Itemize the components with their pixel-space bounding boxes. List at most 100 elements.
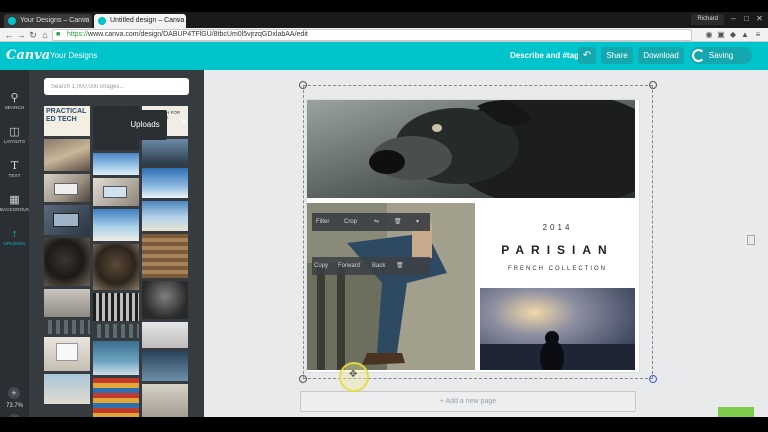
rail-label: BACKGROUND [0, 207, 34, 212]
tab-title: Your Designs – Canva [20, 17, 90, 24]
extension-icon[interactable]: ◆ [728, 30, 738, 40]
delete-icon[interactable]: 🗑 [394, 213, 402, 231]
browser-tab-strip: Your Designs – Canva ✕ Untitled design –… [0, 12, 768, 28]
zoom-out-button[interactable]: – [8, 414, 20, 417]
share-button[interactable]: Share [601, 47, 633, 64]
upload-thumb[interactable]: PRACTICAL ED TECH [44, 106, 90, 136]
upload-thumb[interactable] [142, 139, 188, 165]
filter-button[interactable]: Filter [316, 213, 329, 231]
thumb-text: PRACTICAL ED TECH [46, 108, 87, 123]
upload-thumb[interactable] [93, 341, 139, 375]
upload-thumb[interactable] [44, 374, 90, 404]
upload-thumb[interactable] [142, 384, 188, 417]
browser-toolbar: ← → ↻ ⌂ ■ https://www.canva.com/design/D… [0, 28, 768, 42]
resize-handle[interactable] [299, 81, 307, 89]
resize-handle[interactable] [649, 81, 657, 89]
layouts-icon: ◫ [9, 126, 20, 138]
describe-and-tag-link[interactable]: Describe and #tag [510, 51, 579, 60]
maximize-icon[interactable]: □ [741, 13, 752, 24]
delete-icon[interactable]: 🗑 [396, 257, 404, 275]
zoom-in-button[interactable]: + [8, 387, 20, 399]
crop-button[interactable]: Crop [344, 213, 357, 231]
lock-icon: ■ [56, 31, 61, 38]
arrange-toolbar: Copy Forward Back 🗑 [312, 257, 430, 275]
forward-icon[interactable]: → [16, 29, 26, 41]
upload-thumb[interactable] [44, 320, 90, 334]
upload-thumb[interactable] [93, 209, 139, 241]
copy-button[interactable]: Copy [314, 257, 328, 275]
text-block[interactable]: 2014 PARISIAN FRENCH COLLECTION [480, 203, 635, 285]
upload-thumb[interactable] [44, 289, 90, 317]
chrome-menu-icon[interactable]: ≡ [753, 30, 763, 40]
rail-item-uploads[interactable]: ↑ UPLOADS [0, 224, 29, 254]
minimize-icon[interactable]: – [728, 13, 739, 24]
address-bar[interactable]: ■ https://www.canva.com/design/DABUP4TFl… [52, 29, 692, 41]
upload-thumb[interactable] [93, 378, 139, 417]
home-icon[interactable]: ⌂ [40, 29, 50, 41]
upload-thumb[interactable] [142, 234, 188, 278]
design-subtitle[interactable]: FRENCH COLLECTION [480, 266, 635, 272]
your-designs-link[interactable]: Your Designs [50, 51, 97, 60]
rail-item-text[interactable]: T TEXT [0, 156, 29, 186]
upload-thumb[interactable] [44, 139, 90, 171]
upload-thumb[interactable] [44, 337, 90, 371]
upload-thumb[interactable] [142, 201, 188, 231]
add-new-page-button[interactable]: + Add a new page [300, 391, 636, 412]
upload-thumb[interactable] [142, 322, 188, 348]
upload-thumb[interactable] [93, 293, 139, 321]
chevron-down-icon[interactable]: ▾ [416, 213, 419, 231]
close-tab-icon[interactable]: ✕ [82, 14, 88, 28]
search-icon: ⚲ [10, 92, 19, 104]
sunset-photo-image [480, 288, 635, 370]
close-icon[interactable]: ✕ [179, 118, 188, 127]
canva-favicon-icon [8, 17, 16, 25]
photo-toolbar: Filter Crop ⇋ 🗑 ▾ [312, 213, 430, 231]
upload-thumb[interactable] [142, 281, 188, 319]
design-title[interactable]: PARISIAN [480, 243, 635, 257]
page-copy-icon[interactable] [747, 235, 755, 245]
upload-thumb[interactable] [93, 244, 139, 290]
canva-header: Canva Your Designs Describe and #tag ↶ S… [0, 42, 768, 70]
close-window-icon[interactable]: ✕ [754, 13, 765, 24]
uploads-popup: Uploads [123, 110, 167, 140]
dog-photo[interactable] [307, 100, 635, 198]
upload-thumb[interactable] [93, 324, 139, 338]
upload-thumb[interactable] [44, 238, 90, 286]
flip-icon[interactable]: ⇋ [374, 213, 379, 231]
profile-button[interactable]: Richard [691, 14, 724, 25]
forward-button[interactable]: Forward [338, 257, 360, 275]
rail-item-search[interactable]: ⚲ SEARCH [0, 88, 29, 118]
resize-handle[interactable] [649, 375, 657, 383]
upload-thumb[interactable] [44, 205, 90, 235]
upload-thumb[interactable] [93, 178, 139, 206]
back-icon[interactable]: ← [4, 29, 14, 41]
saving-indicator: Saving [690, 47, 752, 64]
rail-item-layouts[interactable]: ◫ LAYOUTS [0, 122, 29, 152]
uploads-icon: ↑ [11, 228, 18, 240]
extension-icon[interactable]: ◉ [704, 30, 714, 40]
download-button[interactable]: Download [638, 47, 684, 64]
tab-title: Untitled design – Canva [110, 17, 185, 24]
upload-thumb[interactable] [142, 351, 188, 381]
upload-thumb[interactable] [44, 174, 90, 202]
zoom-level: 73.7% [5, 403, 23, 409]
close-tab-icon[interactable]: ✕ [176, 14, 182, 28]
design-page[interactable]: 2014 PARISIAN FRENCH COLLECTION [307, 100, 639, 372]
image-search-input[interactable] [44, 78, 189, 95]
upload-thumb[interactable] [142, 168, 188, 198]
extension-icon[interactable]: ▣ [716, 30, 726, 40]
resize-handle[interactable] [299, 375, 307, 383]
design-year[interactable]: 2014 [480, 223, 635, 232]
sunset-photo[interactable] [480, 288, 635, 370]
canva-logo[interactable]: Canva [6, 48, 50, 63]
help-button[interactable] [718, 407, 754, 417]
upload-thumb[interactable] [93, 153, 139, 175]
rail-item-background[interactable]: ▦ BACKGROUND [0, 190, 34, 220]
browser-tab-untitled-design[interactable]: Untitled design – Canva ✕ [94, 14, 186, 28]
extension-icon[interactable]: ▲ [740, 30, 750, 40]
reload-icon[interactable]: ↻ [28, 29, 38, 41]
browser-tab-your-designs[interactable]: Your Designs – Canva ✕ [4, 14, 92, 28]
undo-button[interactable]: ↶ [578, 47, 596, 64]
back-button[interactable]: Back [372, 257, 385, 275]
url-path: www.canva.com/design/DABUP4TFlGU/8tbcUm0… [88, 31, 308, 38]
